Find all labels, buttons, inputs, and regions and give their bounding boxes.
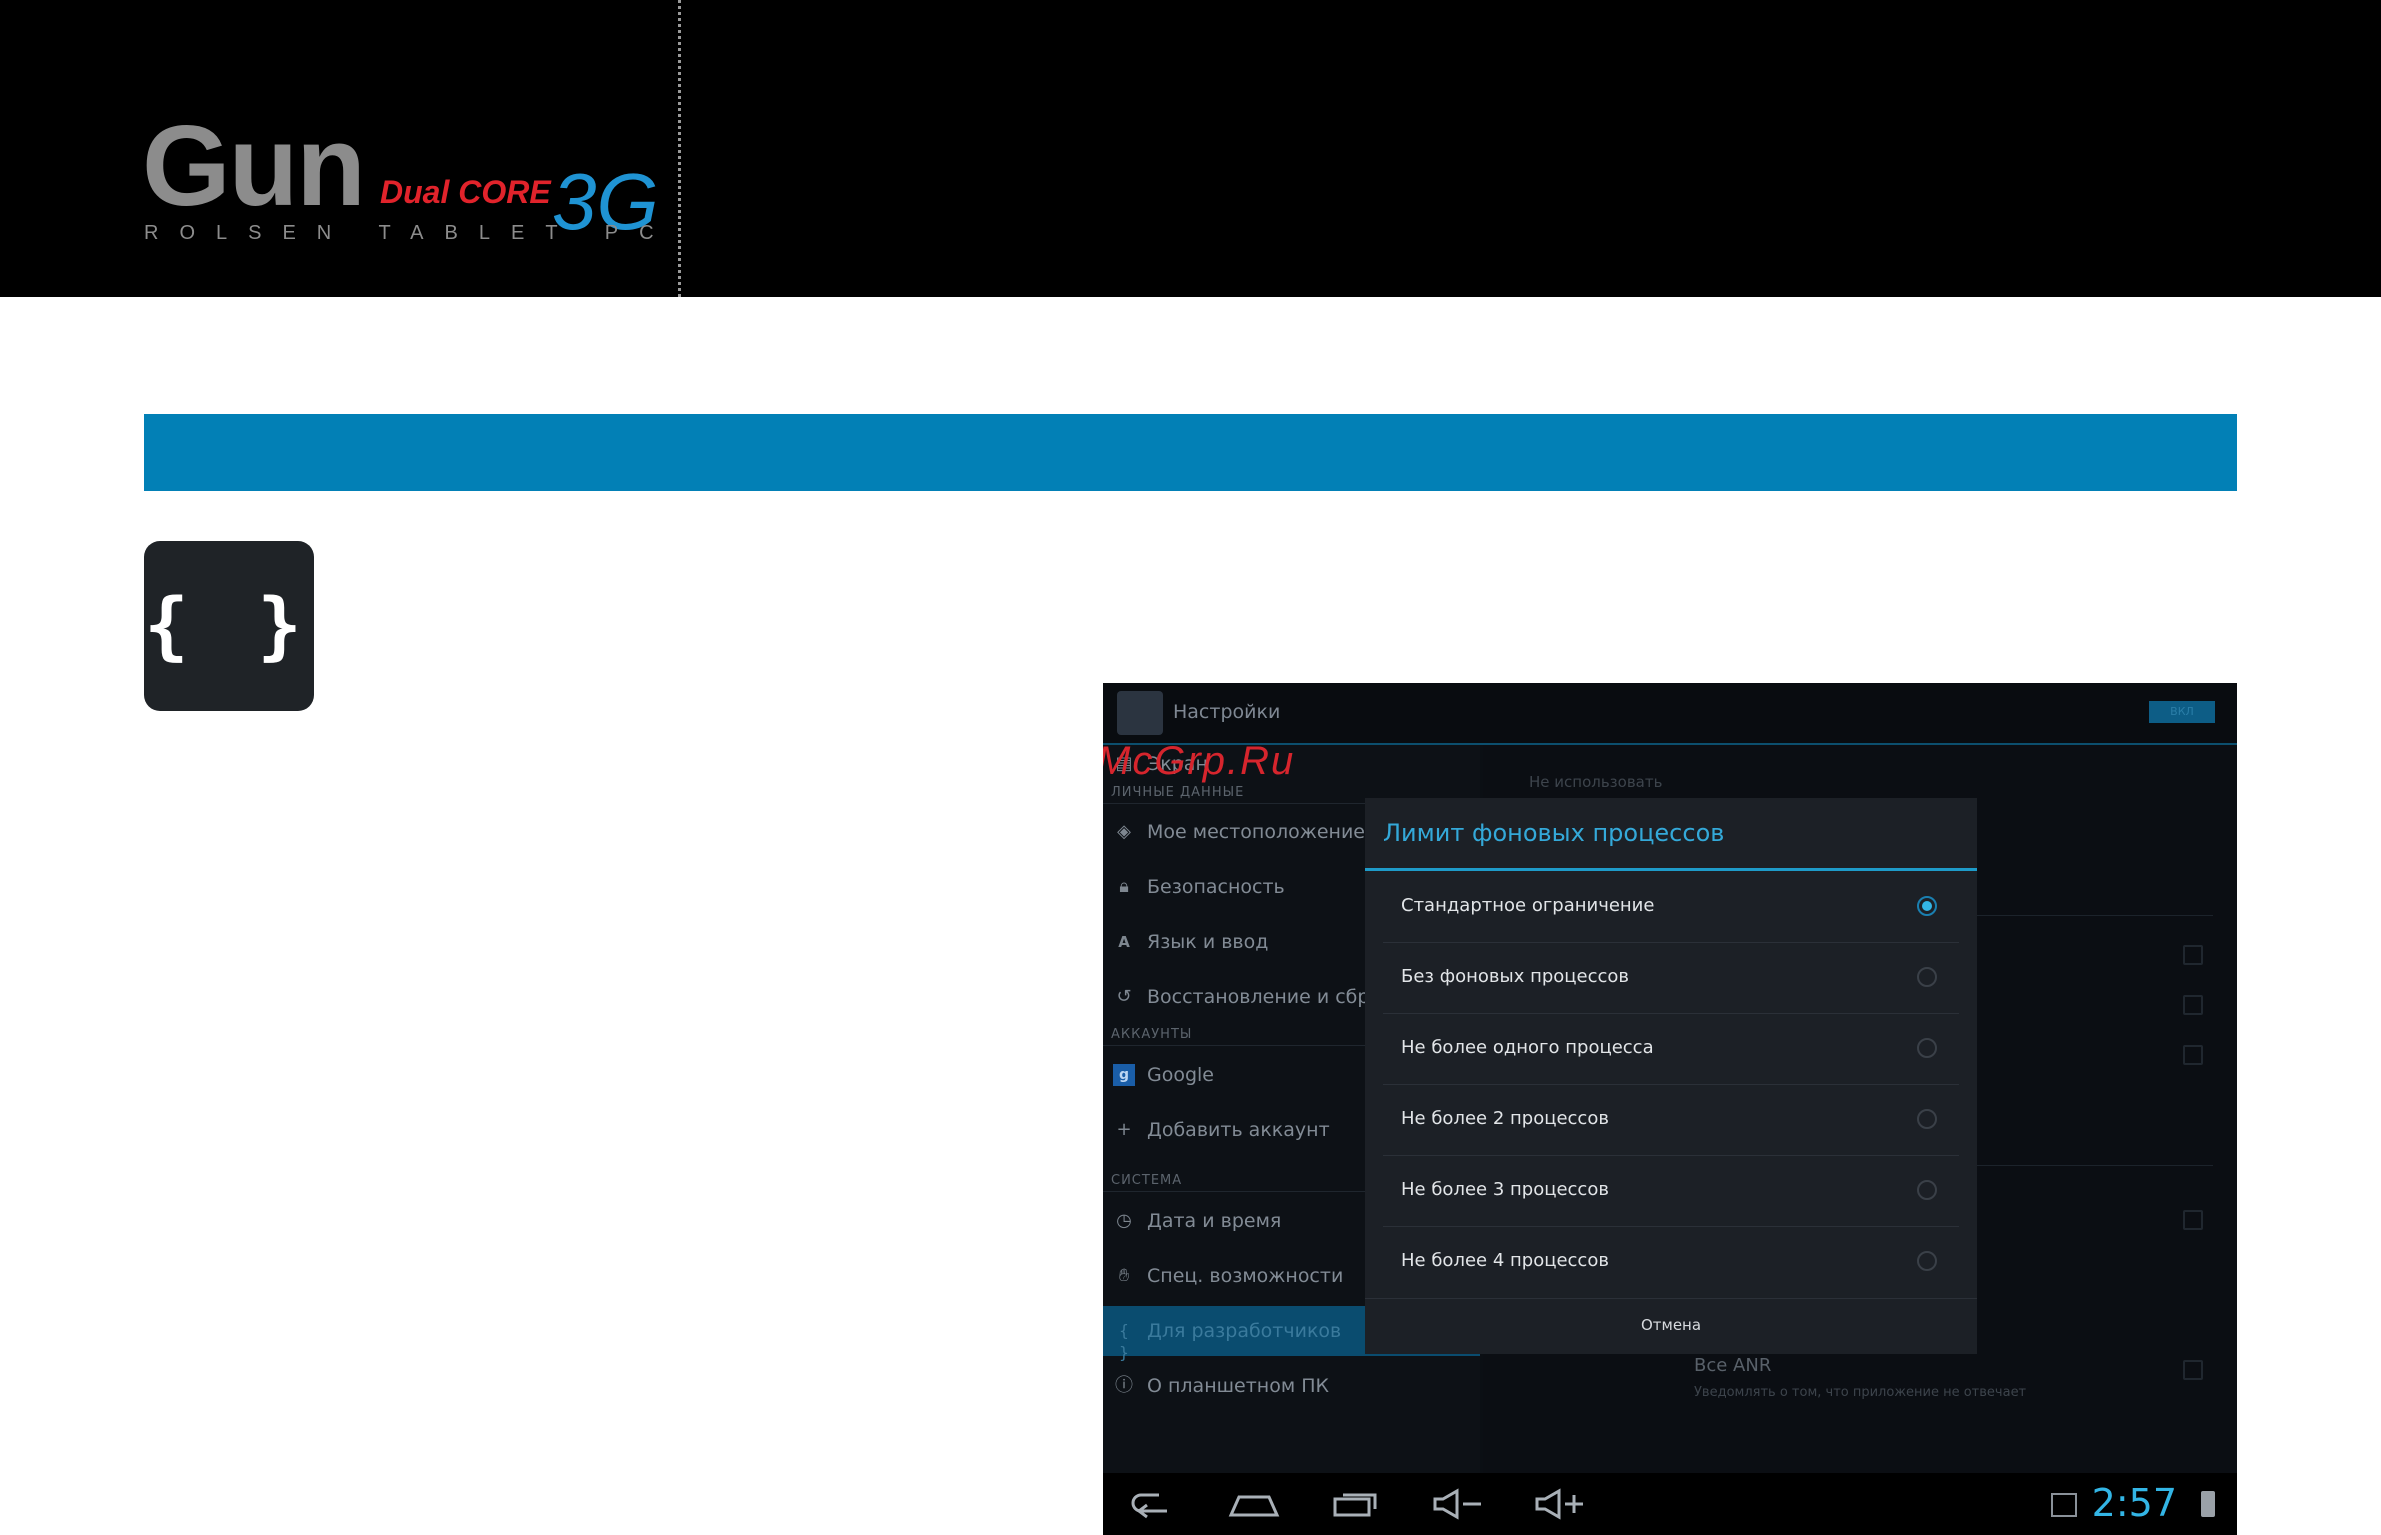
status-clock[interactable]: 2:57 [2092,1481,2177,1525]
battery-icon [2201,1491,2215,1517]
dialog-title: Лимит фоновых процессов [1383,819,1725,847]
language-icon: A [1118,933,1130,951]
option-one-process[interactable]: Не более одного процесса [1383,1013,1959,1085]
radio-icon[interactable] [1917,1038,1937,1058]
brand-logo: Gun Dual CORE 3G ROLSEN TABLET PC [142,110,682,260]
header-divider [678,0,681,297]
lock-icon: 🔒︎ [1119,876,1129,897]
plus-icon: + [1116,1119,1132,1140]
option-two-processes[interactable]: Не более 2 процессов [1383,1084,1959,1156]
volume-up-icon[interactable] [1533,1485,1587,1523]
option-three-processes[interactable]: Не более 3 процессов [1383,1155,1959,1227]
volume-down-icon[interactable] [1431,1485,1485,1523]
anr-title: Все ANR [1694,1355,1772,1376]
brand-tagline: ROLSEN TABLET PC [144,222,675,244]
settings-app-icon[interactable] [1117,691,1163,735]
option-checkbox[interactable] [2183,995,2203,1015]
system-navbar: 2:57 [1103,1473,2237,1535]
radio-selected-icon[interactable] [1917,896,1937,916]
radio-icon[interactable] [1917,1251,1937,1271]
radio-icon[interactable] [1917,1109,1937,1129]
top-header: Gun Dual CORE 3G ROLSEN TABLET PC [0,0,2381,297]
recent-apps-icon[interactable] [1331,1485,1381,1523]
home-icon[interactable] [1227,1485,1281,1523]
option-four-processes[interactable]: Не более 4 процессов [1383,1226,1959,1297]
option-no-background[interactable]: Без фоновых процессов [1383,942,1959,1014]
category-system: СИСТЕМА [1111,1173,1183,1188]
option-checkbox[interactable] [2183,945,2203,965]
category-accounts: АККАУНТЫ [1111,1027,1193,1042]
anr-checkbox[interactable] [2183,1360,2203,1380]
gallery-notification-icon[interactable] [2051,1493,2077,1517]
category-personal: ЛИЧНЫЕ ДАННЫЕ [1111,785,1245,800]
option-checkbox[interactable] [2183,1210,2203,1230]
option-standard-limit[interactable]: Стандартное ограничение [1383,871,1959,943]
hand-icon: ✋︎ [1118,1265,1130,1286]
dialog-title-bar: Лимит фоновых процессов [1365,798,1977,871]
developer-toggle[interactable]: ВКЛ [2149,701,2215,723]
google-icon: g [1113,1064,1135,1086]
clock-icon: ◷ [1116,1210,1132,1231]
action-bar-title: Настройки [1173,701,1281,723]
cancel-button[interactable]: Отмена [1365,1298,1977,1355]
top-hint: Не использовать [1529,773,1663,791]
info-icon: ⓘ [1115,1375,1133,1396]
radio-icon[interactable] [1917,967,1937,987]
brand-model: Dual CORE [380,174,551,210]
sidebar-item-about[interactable]: ⓘ О планшетном ПК [1103,1361,1480,1411]
braces-icon: { } [1118,1321,1130,1362]
anr-subtitle: Уведомлять о том, что приложение не отве… [1694,1385,2027,1400]
option-checkbox[interactable] [2183,1045,2203,1065]
radio-icon[interactable] [1917,1180,1937,1200]
tablet-screenshot: Настройки ВКЛ ▤ Экран ЛИЧНЫЕ ДАННЫЕ ◈ Мо… [1103,683,2237,1535]
watermark: McGrp.Ru [1103,739,1296,783]
background-process-limit-dialog: Лимит фоновых процессов Стандартное огра… [1365,798,1977,1354]
section-bar [144,414,2237,491]
location-icon: ◈ [1117,821,1131,842]
developer-braces-icon: { } [144,541,314,711]
action-bar: Настройки ВКЛ [1103,683,2237,745]
restore-icon: ↺ [1116,986,1132,1007]
brand-name: Gun [142,103,366,230]
back-icon[interactable] [1127,1485,1177,1523]
